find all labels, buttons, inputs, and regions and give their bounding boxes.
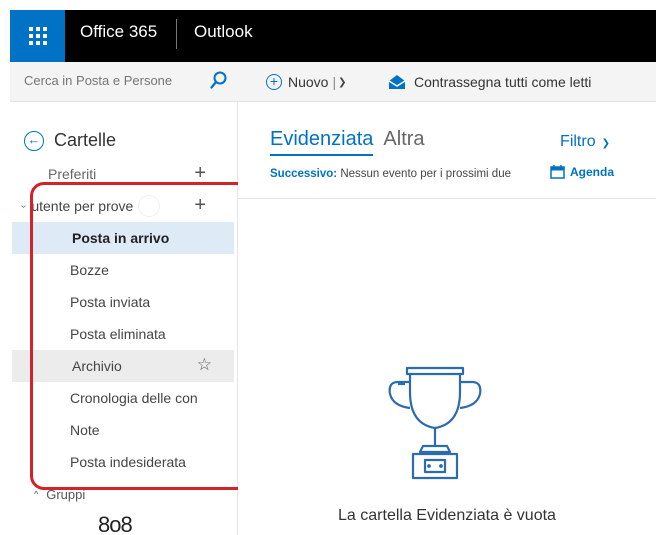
folder-label: Note bbox=[70, 422, 100, 438]
folder-label: Posta in arrivo bbox=[72, 230, 170, 246]
next-event-text: Nessun evento per i prossimi due bbox=[340, 168, 511, 180]
tab-focused[interactable]: Evidenziata bbox=[270, 128, 374, 156]
folder-label: Archivio bbox=[72, 358, 122, 374]
inbox-tabs: Evidenziata Altra bbox=[270, 128, 425, 156]
envelope-open-icon bbox=[388, 75, 406, 89]
folder-pane: ← Cartelle Preferiti + › utente per prov… bbox=[10, 102, 238, 535]
favorites-section[interactable]: Preferiti + bbox=[10, 158, 238, 190]
folder-label: Posta inviata bbox=[70, 294, 151, 310]
star-icon[interactable]: ☆ bbox=[197, 355, 212, 375]
command-bar: + Nuovo | ❯ Contrassegna tutti come lett… bbox=[238, 62, 656, 102]
filter-button[interactable]: Filtro ❯ bbox=[560, 133, 610, 151]
back-arrow-icon: ← bbox=[24, 130, 44, 151]
app-launcher-icon bbox=[28, 27, 47, 45]
folders-header[interactable]: ← Cartelle bbox=[24, 130, 116, 151]
outlook-title[interactable]: Outlook bbox=[194, 22, 253, 42]
favorites-label: Preferiti bbox=[48, 166, 97, 182]
folder-sent[interactable]: Posta inviata bbox=[10, 286, 238, 318]
chevron-down-icon: ❯ bbox=[601, 138, 610, 149]
groups-label: Gruppi bbox=[46, 486, 86, 502]
search-box bbox=[10, 62, 238, 102]
new-separator: | bbox=[332, 74, 337, 90]
tab-other[interactable]: Altra bbox=[383, 128, 424, 151]
folder-archive[interactable]: Archivio ☆ bbox=[12, 350, 234, 382]
groups-icon: 8ο8 bbox=[98, 512, 133, 535]
account-label: utente per prove bbox=[31, 198, 134, 214]
empty-folder-message: La cartella Evidenziata è vuota bbox=[338, 507, 556, 524]
header-divider bbox=[176, 19, 177, 49]
trophy-icon bbox=[388, 366, 482, 480]
top-bar: Office 365 Outlook bbox=[0, 0, 656, 62]
collapse-caret-icon[interactable]: ^ bbox=[34, 489, 38, 499]
folder-notes[interactable]: Note bbox=[10, 414, 238, 446]
calendar-icon bbox=[550, 165, 565, 179]
office-365-link[interactable]: Office 365 bbox=[80, 22, 157, 42]
add-circle-icon: + bbox=[266, 74, 282, 90]
folders-title: Cartelle bbox=[54, 130, 117, 150]
folder-junk[interactable]: Posta indesiderata bbox=[10, 446, 238, 478]
groups-section[interactable]: ^ Gruppi bbox=[10, 478, 238, 510]
folder-label: Cronologia delle con bbox=[70, 390, 198, 406]
folder-drafts[interactable]: Bozze bbox=[10, 254, 238, 286]
account-indicator-icon bbox=[139, 196, 160, 216]
search-input[interactable] bbox=[24, 73, 199, 88]
agenda-button[interactable]: Agenda bbox=[546, 165, 615, 179]
agenda-label: Agenda bbox=[570, 165, 615, 179]
chevron-down-icon[interactable]: ❯ bbox=[338, 77, 346, 88]
new-label: Nuovo bbox=[288, 74, 329, 90]
folder-label: Posta eliminata bbox=[70, 326, 166, 342]
folder-conversation-history[interactable]: Cronologia delle con bbox=[10, 382, 238, 414]
mark-all-read-button[interactable]: Contrassegna tutti come letti bbox=[388, 71, 591, 93]
folder-inbox[interactable]: Posta in arrivo bbox=[12, 222, 234, 254]
message-list: Evidenziata Altra Filtro ❯ Successivo: Ne… bbox=[238, 102, 656, 535]
folder-label: Bozze bbox=[70, 262, 109, 278]
app-launcher-button[interactable] bbox=[10, 10, 65, 62]
folder-label: Posta indesiderata bbox=[70, 454, 186, 470]
add-folder-icon[interactable]: + bbox=[194, 194, 206, 216]
account-section[interactable]: › utente per prove + bbox=[10, 190, 238, 222]
collapse-chevron-icon[interactable]: › bbox=[18, 204, 29, 207]
search-icon[interactable] bbox=[210, 71, 228, 91]
mark-all-read-label: Contrassegna tutti come letti bbox=[414, 74, 592, 90]
add-favorite-icon[interactable]: + bbox=[194, 162, 206, 184]
new-message-button[interactable]: + Nuovo | ❯ bbox=[266, 71, 347, 93]
folder-deleted[interactable]: Posta eliminata bbox=[10, 318, 238, 350]
filter-label: Filtro bbox=[560, 133, 596, 150]
next-label: Successivo: bbox=[270, 168, 338, 180]
divider bbox=[238, 198, 656, 199]
